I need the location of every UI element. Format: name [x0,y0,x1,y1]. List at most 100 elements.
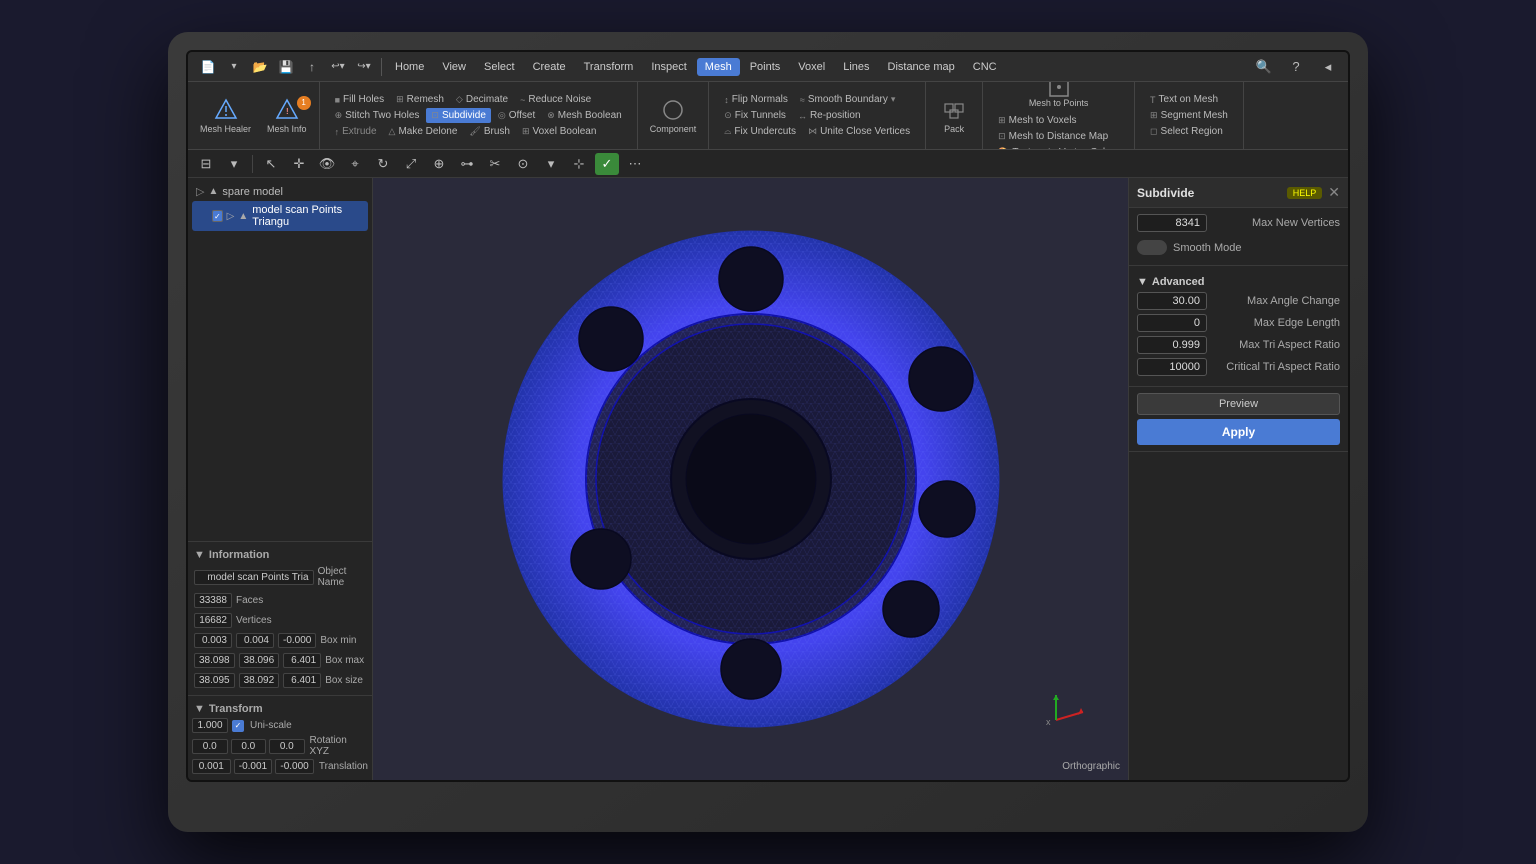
fix-tunnels-button[interactable]: ⊙ Fix Tunnels [719,108,791,123]
move-tool-btn[interactable]: ✛ [287,153,311,175]
translation-y: -0.001 [234,759,273,774]
menu-create[interactable]: Create [525,58,574,76]
stitch-two-holes-button[interactable]: ⊕ Stitch Two Holes [330,108,425,123]
max-angle-input[interactable] [1137,292,1207,310]
normals-group: ↕ Flip Normals ≈ Smooth Boundary ▾ ⊙ Fix… [715,90,919,141]
menu-view[interactable]: View [434,58,474,76]
max-edge-length-input[interactable] [1137,314,1207,332]
mesh-to-distance-map-button[interactable]: ⊡ Mesh to Distance Map [993,129,1124,144]
component-button[interactable]: Component [644,94,703,138]
fill-holes-button[interactable]: ■ Fill Holes [330,92,390,107]
menu-transform[interactable]: Transform [576,58,642,76]
tree-expand-icon2: ▷ [227,211,235,222]
lasso-tool-btn[interactable]: ⊙ [511,153,535,175]
preview-button[interactable]: Preview [1137,393,1340,415]
menu-lines[interactable]: Lines [835,58,877,76]
toolbar-pack-section: Pack [926,82,983,149]
transform-section-header[interactable]: ▼ Transform [192,700,368,718]
unite-close-vertices-button[interactable]: ⋈ Unite Close Vertices [803,124,915,139]
max-new-vertices-input[interactable] [1137,214,1207,232]
pin-tool-btn[interactable]: ⊕ [427,153,451,175]
measure-tool-btn[interactable]: ⊶ [455,153,479,175]
dropdown-icon[interactable]: ▾ [222,56,246,78]
object-name-row: Object Name [192,564,368,590]
text-on-mesh-button[interactable]: T Text on Mesh [1145,92,1233,107]
pack-button[interactable]: Pack [932,94,976,138]
smooth-boundary-button[interactable]: ≈ Smooth Boundary ▾ [795,92,901,107]
advanced-header[interactable]: ▼ Advanced [1137,272,1340,292]
brush-button[interactable]: 🖌 Brush [464,124,515,139]
tree-item-spare-model[interactable]: ▷ ▲ spare model [192,182,368,201]
menu-home[interactable]: Home [387,58,432,76]
transform-tool-btn[interactable]: ⌖ [343,153,367,175]
box-size-x: 38.095 [194,673,235,688]
mesh-healer-button[interactable]: Mesh Healer [194,94,257,138]
close-panel-button[interactable]: ✕ [1328,184,1340,201]
faces-row: 33388 Faces [192,591,368,610]
rotate-tool-btn[interactable]: ↻ [371,153,395,175]
mesh-info-button[interactable]: ! 1 Mesh Info [261,94,313,138]
select-region-button[interactable]: ◻ Select Region [1145,124,1233,139]
decimate-button[interactable]: ◇ Decimate [451,92,513,107]
uni-scale-checkbox[interactable]: ✓ [232,720,244,732]
paint-select-btn[interactable]: ⊹ [567,153,591,175]
collapse-icon[interactable]: ◂ [1316,56,1340,78]
select-rect-btn[interactable]: ▾ [539,153,563,175]
viewport-split-h-btn[interactable]: ▾ [222,153,246,175]
export-icon[interactable]: ↑ [300,56,324,78]
reduce-noise-button[interactable]: ~ Reduce Noise [515,92,596,107]
info-section-header[interactable]: ▼ Information [192,546,368,564]
save-icon[interactable]: 💾 [274,56,298,78]
redo-icon[interactable]: ↪▾ [352,56,376,78]
viewport-maximize-btn[interactable]: ⊟ [194,153,218,175]
svg-text:!: ! [286,107,289,116]
menu-voxel[interactable]: Voxel [790,58,833,76]
critical-tri-aspect-row: Critical Tri Aspect Ratio [1137,358,1340,376]
undo-icon[interactable]: ↩▾ [326,56,350,78]
apply-button[interactable]: Apply [1137,419,1340,445]
flip-normals-button[interactable]: ↕ Flip Normals [719,92,793,107]
view-tool-btn[interactable]: 👁 [315,153,339,175]
menu-points[interactable]: Points [742,58,789,76]
visible-check-btn[interactable]: ✓ [595,153,619,175]
re-position-button[interactable]: ↔ Re-position [793,108,866,123]
menu-distance-map[interactable]: Distance map [880,58,963,76]
max-tri-aspect-input[interactable] [1137,336,1207,354]
tree-item-model-scan[interactable]: ✓ ▷ ▲ model scan Points Triangu [192,201,368,231]
gizmo: x [1038,690,1098,750]
tree-item-checkbox[interactable]: ✓ [212,210,223,222]
viewport[interactable]: x Orthographic [373,178,1128,780]
rotation-label: Rotation XYZ [310,735,368,757]
search-icon[interactable]: 🔍 [1252,56,1276,78]
menu-select[interactable]: Select [476,58,523,76]
open-icon[interactable]: 📂 [248,56,272,78]
menu-cnc[interactable]: CNC [965,58,1005,76]
menu-inspect[interactable]: Inspect [643,58,694,76]
remesh-button[interactable]: ⊞ Remesh [391,92,449,107]
scale-tool-btn[interactable]: ⤢ [399,153,423,175]
subdivide-button[interactable]: ⊡ Subdivide [426,108,490,123]
help-icon[interactable]: ? [1284,56,1308,78]
critical-tri-aspect-input[interactable] [1137,358,1207,376]
toolbar-mesh-to-points-section: Mesh to Points ⊞ Mesh to Voxels ⊡ Mesh t… [983,82,1135,149]
help-button[interactable]: HELP [1287,187,1323,199]
voxel-boolean-button[interactable]: ⊞ Voxel Boolean [517,124,602,139]
segment-mesh-button[interactable]: ⊞ Segment Mesh [1145,108,1233,123]
more-tools-btn[interactable]: ⋯ [623,153,647,175]
menu-mesh[interactable]: Mesh [697,58,740,76]
translation-z: -0.000 [275,759,314,774]
fix-undercuts-button[interactable]: ⌓ Fix Undercuts [719,124,801,139]
smooth-mode-toggle[interactable] [1137,240,1167,255]
info-section: ▼ Information Object Name 33388 Faces 16… [188,541,372,695]
make-delone-button[interactable]: △ Make Delone [384,124,463,139]
cut-tool-btn[interactable]: ✂ [483,153,507,175]
mesh-healer-icon [214,98,238,122]
select-tool-btn[interactable]: ↖ [259,153,283,175]
mesh-boolean-button[interactable]: ⊗ Mesh Boolean [542,108,626,123]
object-name-input[interactable] [194,570,314,585]
mesh-to-voxels-button[interactable]: ⊞ Mesh to Voxels [993,113,1124,128]
faces-label: Faces [236,595,263,606]
offset-button[interactable]: ◎ Offset [493,108,540,123]
extrude-button[interactable]: ↑ Extrude [330,124,382,139]
file-icon[interactable]: 📄 [196,56,220,78]
